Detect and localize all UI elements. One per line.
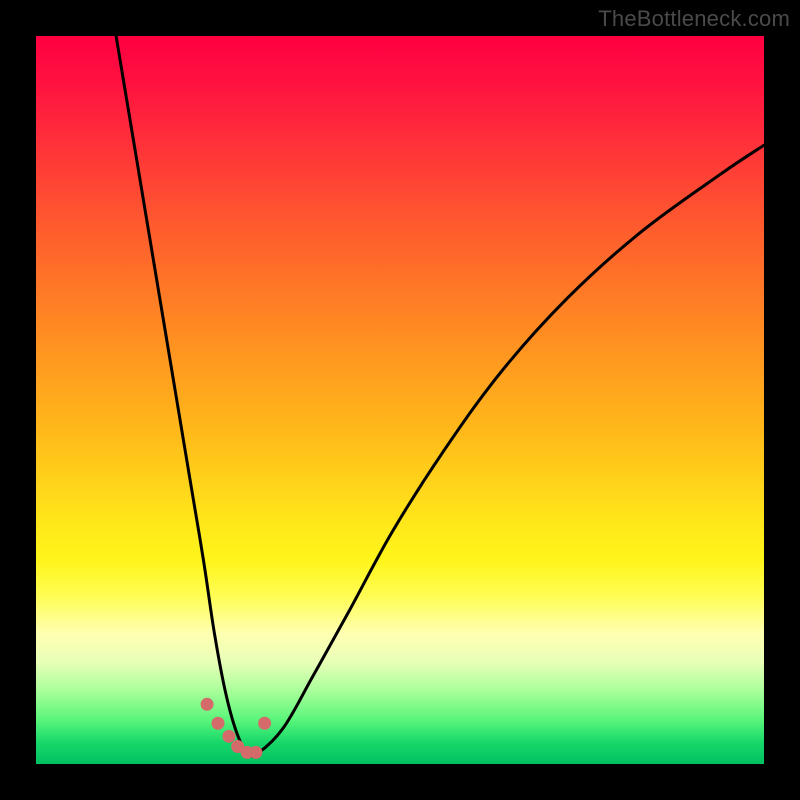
highlight-dot <box>249 746 262 759</box>
watermark-text: TheBottleneck.com <box>598 6 790 32</box>
highlight-dot <box>212 717 225 730</box>
highlight-dot <box>222 730 235 743</box>
chart-frame: TheBottleneck.com <box>0 0 800 800</box>
curve-svg <box>36 36 764 764</box>
plot-area <box>36 36 764 764</box>
highlight-dot <box>201 698 214 711</box>
highlight-dot <box>258 717 271 730</box>
bottleneck-curve-path <box>116 36 764 756</box>
